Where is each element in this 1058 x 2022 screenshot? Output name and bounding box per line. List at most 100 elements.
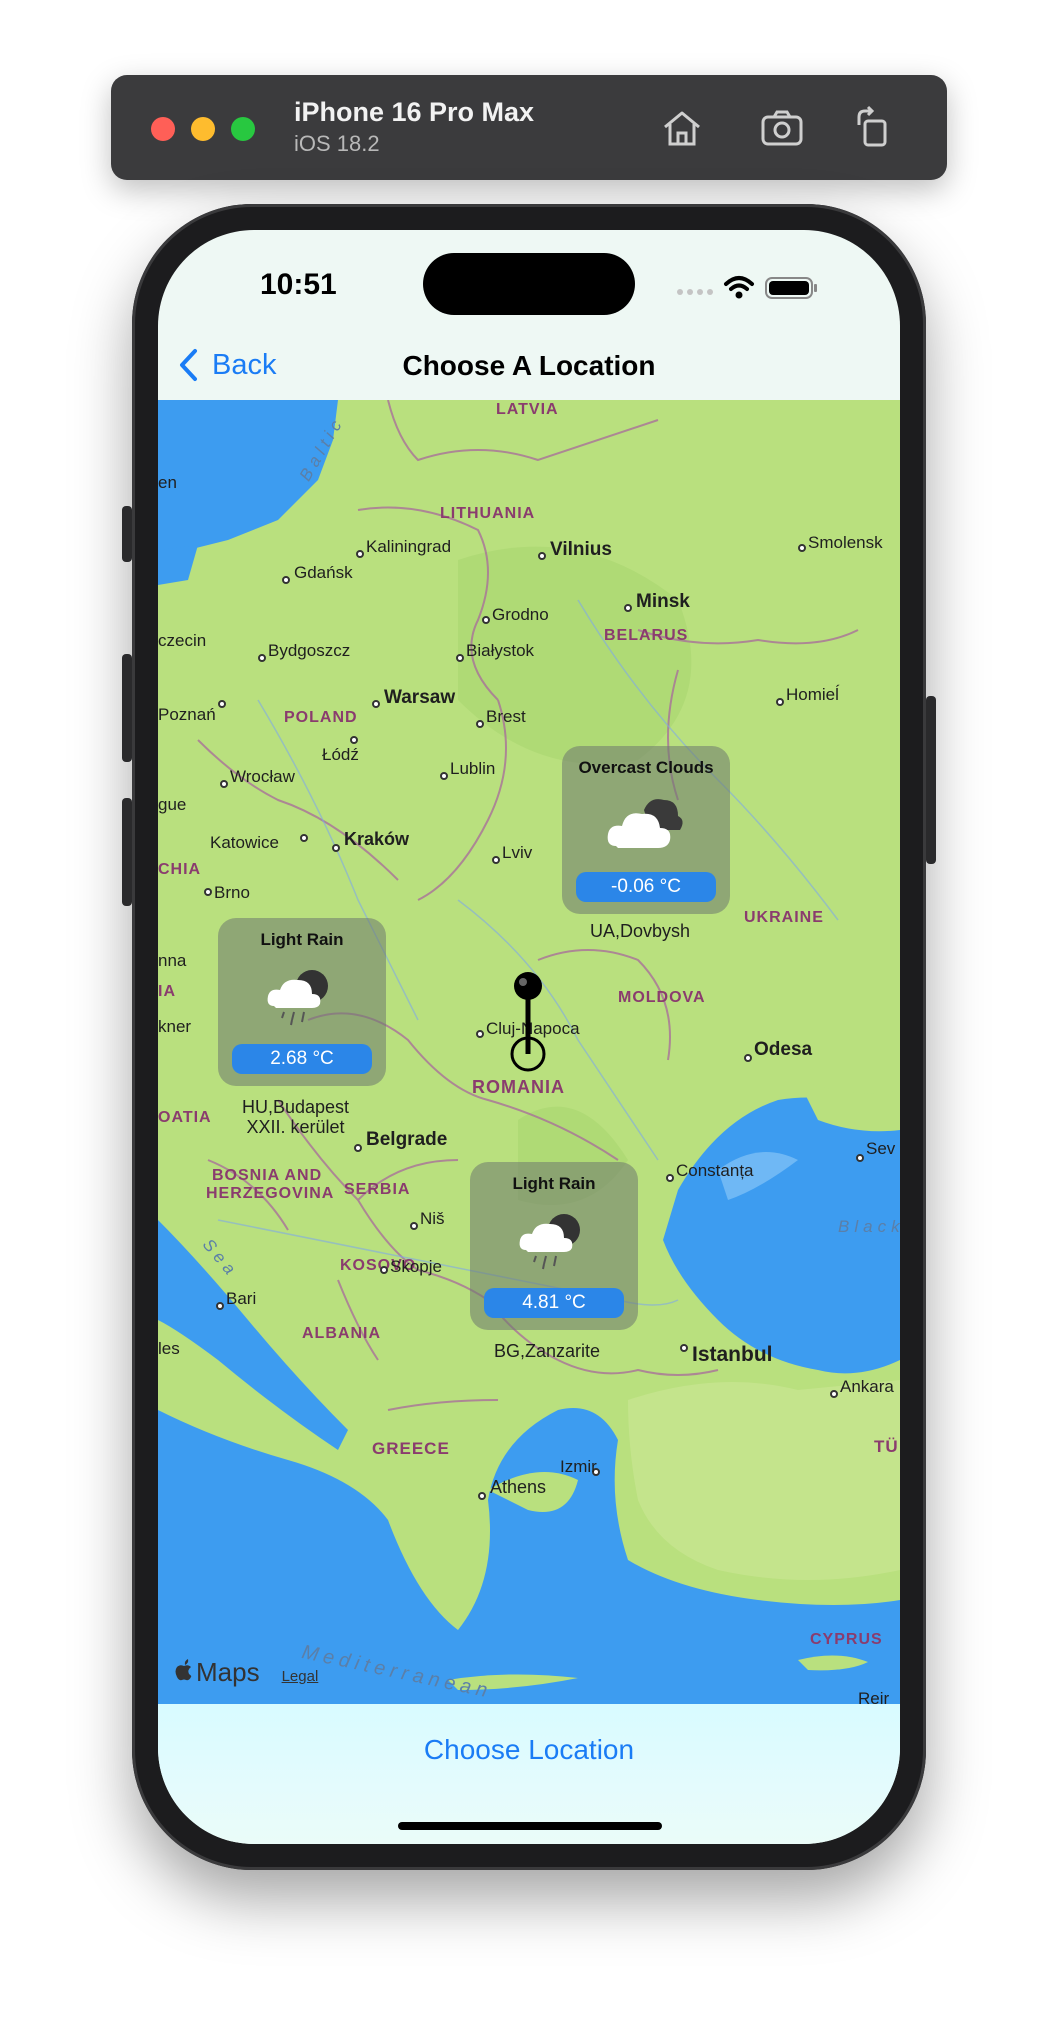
- city-label: Minsk: [636, 591, 690, 612]
- action-button: [122, 506, 132, 562]
- weather-card[interactable]: Overcast Clouds -0.06 °C: [562, 746, 730, 914]
- country-label: UKRAINE: [744, 909, 824, 926]
- city-label: Katowice: [210, 833, 279, 852]
- simulator-toolbar: iPhone 16 Pro Max iOS 18.2: [111, 75, 947, 180]
- country-label: MOLDOVA: [618, 989, 706, 1006]
- page-title: Choose A Location: [402, 350, 656, 381]
- maps-text: Maps: [196, 1657, 260, 1687]
- city-label: Brno: [214, 883, 250, 902]
- city-label: Homieĺ: [786, 685, 839, 704]
- country-label: OATIA: [158, 1109, 212, 1126]
- rain-cloud-icon: [519, 1214, 580, 1270]
- country-label: HERZEGOVINA: [206, 1185, 335, 1202]
- city-label: Vilnius: [550, 539, 612, 560]
- country-label: BELARUS: [604, 627, 689, 644]
- city-label: Smolensk: [808, 533, 883, 552]
- country-label: BOSNIA AND: [212, 1167, 323, 1184]
- city-label: kner: [158, 1017, 192, 1036]
- phone-screen: 10:51 Back Choose A Location LATVIA LITH…: [158, 230, 900, 1844]
- city-label: les: [158, 1339, 180, 1358]
- cellular-icon: [677, 289, 713, 295]
- city-label: Sev: [866, 1139, 896, 1158]
- city-label: Belgrade: [366, 1129, 448, 1150]
- bottom-panel: Choose Location: [158, 1704, 900, 1844]
- zoom-window-button[interactable]: [231, 117, 255, 141]
- home-indicator: [398, 1822, 662, 1830]
- location-label: BG,Zanzarite: [494, 1341, 601, 1361]
- location-line: HU,Budapest: [242, 1097, 350, 1117]
- os-version: iOS 18.2: [294, 131, 380, 156]
- status-time: 10:51: [260, 268, 337, 301]
- city-label: gue: [158, 795, 187, 814]
- country-label: TÜ: [874, 1437, 899, 1456]
- city-label: Athens: [490, 1477, 547, 1497]
- city-label: Ankara: [840, 1377, 894, 1396]
- city-label: Kaliningrad: [366, 537, 452, 556]
- city-label: Niš: [420, 1209, 445, 1228]
- city-label: Białystok: [466, 641, 535, 660]
- city-label: Izmir: [560, 1457, 597, 1476]
- country-label: POLAND: [284, 709, 358, 726]
- city-label: Łódź: [322, 745, 359, 764]
- country-label: CYPRUS: [810, 1631, 883, 1648]
- city-label: Kraków: [344, 829, 410, 849]
- weather-condition: Light Rain: [512, 1174, 596, 1193]
- country-label: SERBIA: [344, 1181, 411, 1198]
- city-label: Constanța: [676, 1161, 754, 1180]
- map-pin-icon[interactable]: [508, 972, 548, 1072]
- city-label: en: [158, 473, 177, 492]
- city-label: Lviv: [502, 843, 533, 862]
- choose-location-button[interactable]: Choose Location: [158, 1734, 900, 1766]
- temperature-badge: 4.81 °C: [484, 1288, 624, 1318]
- volume-down-button: [122, 798, 132, 906]
- city-label: Bydgoszcz: [268, 641, 351, 660]
- city-label: Poznań: [158, 705, 216, 724]
- apple-logo-icon: [175, 1659, 192, 1681]
- map-view[interactable]: LATVIA LITHUANIA BELARUS POLAND UKRAINE …: [158, 400, 900, 1704]
- city-label: czecin: [158, 631, 207, 650]
- power-button: [926, 696, 936, 864]
- city-label: Odesa: [754, 1039, 813, 1060]
- city-label: nna: [158, 951, 187, 970]
- city-label: Brest: [486, 707, 526, 726]
- battery-icon: [765, 277, 817, 299]
- dynamic-island: [423, 253, 635, 315]
- country-label: LATVIA: [496, 401, 559, 418]
- city-label: Wrocław: [230, 767, 295, 786]
- country-label: IA: [158, 983, 176, 1000]
- rotate-icon[interactable]: [851, 105, 897, 151]
- location-line: XXII. kerület: [246, 1116, 345, 1137]
- navigation-bar: Back Choose A Location: [158, 330, 900, 400]
- home-icon[interactable]: [659, 105, 705, 151]
- temperature-badge: 2.68 °C: [232, 1044, 372, 1074]
- minimize-window-button[interactable]: [191, 117, 215, 141]
- location-label: HU,Budapest XXII. kerület: [242, 1097, 350, 1138]
- country-label: ROMANIA: [472, 1077, 565, 1097]
- sea-label: Black: [838, 1217, 900, 1236]
- weather-card[interactable]: Light Rain 2.68 °C: [218, 918, 386, 1086]
- city-label: Istanbul: [692, 1343, 773, 1366]
- legal-link[interactable]: Legal: [282, 1668, 319, 1685]
- city-label: Bari: [226, 1289, 257, 1308]
- city-label: Lublin: [450, 759, 496, 778]
- maps-attribution: Maps Legal: [174, 1657, 318, 1688]
- city-label: Skopje: [390, 1257, 442, 1276]
- city-label: Grodno: [492, 605, 549, 624]
- device-name: iPhone 16 Pro Max: [294, 97, 535, 127]
- country-label: CHIA: [158, 861, 202, 878]
- country-label: LITHUANIA: [440, 505, 536, 522]
- weather-condition: Light Rain: [260, 930, 344, 949]
- cloud-icon: [607, 799, 683, 848]
- location-label: UA,Dovbysh: [590, 921, 691, 941]
- screenshot-icon[interactable]: [759, 105, 805, 151]
- country-label: GREECE: [372, 1439, 450, 1458]
- close-window-button[interactable]: [151, 117, 175, 141]
- wifi-icon: [724, 276, 754, 291]
- rain-cloud-icon: [267, 970, 328, 1026]
- country-label: ALBANIA: [302, 1325, 381, 1342]
- temperature-badge: -0.06 °C: [576, 872, 716, 902]
- city-label: Warsaw: [384, 687, 456, 708]
- city-label: Gdańsk: [294, 563, 353, 582]
- city-label: Reir: [858, 1689, 890, 1704]
- weather-card[interactable]: Light Rain 4.81 °C: [470, 1162, 638, 1330]
